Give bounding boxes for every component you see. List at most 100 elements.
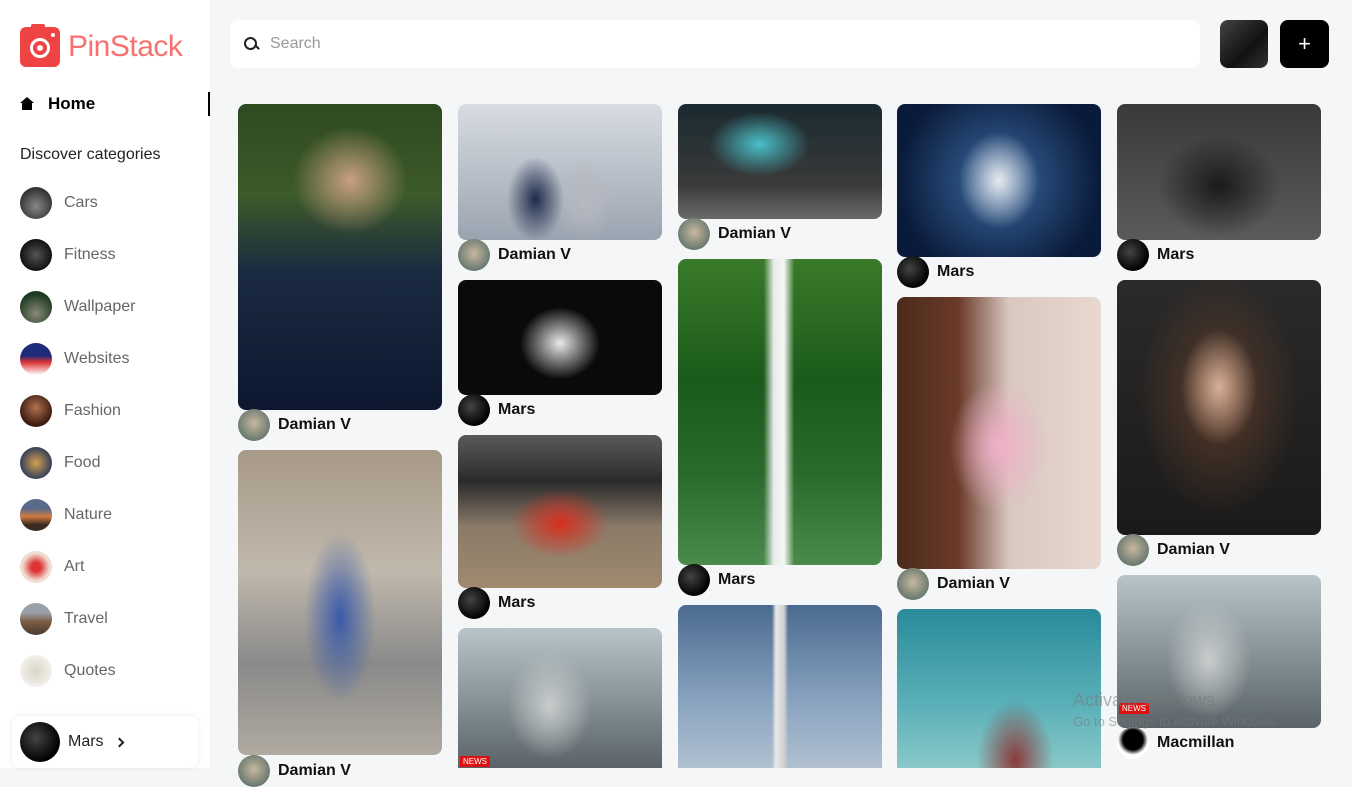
pin-image[interactable] xyxy=(897,104,1101,257)
pin-card[interactable] xyxy=(897,104,1101,257)
profile-button[interactable] xyxy=(1220,20,1268,68)
add-pin-button[interactable]: + xyxy=(1280,20,1329,68)
home-icon xyxy=(20,97,34,111)
pin-image[interactable] xyxy=(238,104,442,410)
pin-image[interactable] xyxy=(238,450,442,755)
pin-author[interactable]: Damian V xyxy=(897,568,1010,600)
pin-author-name: Mars xyxy=(937,263,975,280)
discover-heading: Discover categories xyxy=(20,146,161,163)
category-label: Food xyxy=(64,454,101,471)
category-websites[interactable]: Websites xyxy=(20,343,130,375)
windows-activation-hint: Go to Settings to activate Windows. xyxy=(1073,714,1279,729)
pin-card[interactable] xyxy=(458,104,662,240)
pin-image[interactable] xyxy=(1117,280,1321,535)
category-label: Wallpaper xyxy=(64,298,136,315)
app-name: PinStack xyxy=(68,30,183,63)
pin-author[interactable]: Mars xyxy=(897,256,974,288)
pin-image[interactable] xyxy=(678,605,882,768)
pin-author[interactable]: Macmillan xyxy=(1117,727,1234,759)
pin-card[interactable] xyxy=(1117,280,1321,535)
pin-author-name: Damian V xyxy=(278,416,351,433)
sidebar: PinStack Home Discover categories Cars F… xyxy=(0,0,210,768)
pin-author-name: Mars xyxy=(718,571,756,588)
avatar xyxy=(458,394,490,426)
category-thumbnail xyxy=(20,603,52,635)
pin-author-name: Damian V xyxy=(718,225,791,242)
category-label: Websites xyxy=(64,350,130,367)
pin-card[interactable] xyxy=(678,104,882,219)
pin-author-name: Mars xyxy=(498,594,536,611)
pin-image[interactable] xyxy=(458,628,662,768)
current-user-name: Mars xyxy=(68,733,104,750)
pin-image[interactable] xyxy=(678,104,882,219)
pin-author[interactable]: Mars xyxy=(1117,239,1194,271)
category-label: Fashion xyxy=(64,402,121,419)
pin-card[interactable] xyxy=(897,609,1101,768)
category-thumbnail xyxy=(20,187,52,219)
category-thumbnail xyxy=(20,655,52,687)
pin-card[interactable] xyxy=(238,104,442,410)
avatar xyxy=(458,587,490,619)
avatar xyxy=(458,239,490,271)
pin-card[interactable] xyxy=(458,435,662,588)
category-fitness[interactable]: Fitness xyxy=(20,239,116,271)
pin-image[interactable] xyxy=(678,259,882,565)
pin-author[interactable]: Damian V xyxy=(458,239,571,271)
category-food[interactable]: Food xyxy=(20,447,100,479)
chevron-right-icon xyxy=(114,737,125,747)
search-input[interactable] xyxy=(270,35,1170,53)
pin-author[interactable]: Mars xyxy=(458,394,535,426)
avatar xyxy=(238,755,270,787)
pin-image[interactable] xyxy=(458,104,662,240)
pin-author[interactable]: Mars xyxy=(458,587,535,619)
pin-author[interactable]: Mars xyxy=(678,564,755,596)
search-icon xyxy=(244,37,258,51)
pin-image[interactable] xyxy=(1117,104,1321,240)
pin-card[interactable] xyxy=(897,297,1101,569)
category-thumbnail xyxy=(20,395,52,427)
pin-card[interactable] xyxy=(238,450,442,755)
pin-author[interactable]: Damian V xyxy=(238,755,351,787)
category-label: Art xyxy=(64,558,85,575)
pin-card[interactable] xyxy=(1117,104,1321,240)
avatar xyxy=(20,722,60,762)
pin-image[interactable] xyxy=(458,280,662,395)
nav-home[interactable]: Home xyxy=(20,92,210,116)
category-quotes[interactable]: Quotes xyxy=(20,655,116,687)
category-nature[interactable]: Nature xyxy=(20,499,112,531)
pin-author-name: Damian V xyxy=(937,575,1010,592)
avatar xyxy=(1117,239,1149,271)
windows-activation-watermark: Activate Windows xyxy=(1073,690,1216,710)
category-label: Fitness xyxy=(64,246,116,263)
current-user-card[interactable]: Mars xyxy=(12,716,198,768)
category-wallpaper[interactable]: Wallpaper xyxy=(20,291,135,323)
pin-author-name: Damian V xyxy=(1157,541,1230,558)
pin-card[interactable] xyxy=(678,259,882,565)
category-thumbnail xyxy=(20,239,52,271)
category-fashion[interactable]: Fashion xyxy=(20,395,121,427)
pin-author[interactable]: Damian V xyxy=(238,409,351,441)
category-art[interactable]: Art xyxy=(20,551,84,583)
search-bar[interactable] xyxy=(230,20,1200,68)
category-thumbnail xyxy=(20,343,52,375)
logo[interactable]: PinStack xyxy=(20,24,183,67)
avatar xyxy=(1117,727,1149,759)
pin-card[interactable]: NEWS xyxy=(458,628,662,768)
pin-image[interactable] xyxy=(897,297,1101,569)
pin-card[interactable] xyxy=(678,605,882,768)
category-label: Cars xyxy=(64,194,98,211)
pin-card[interactable] xyxy=(458,280,662,395)
category-label: Quotes xyxy=(64,662,116,679)
pin-image[interactable] xyxy=(897,609,1101,768)
category-thumbnail xyxy=(20,499,52,531)
category-thumbnail xyxy=(20,447,52,479)
pin-author[interactable]: Damian V xyxy=(678,218,791,250)
pin-author[interactable]: Damian V xyxy=(1117,534,1230,566)
category-cars[interactable]: Cars xyxy=(20,187,98,219)
category-thumbnail xyxy=(20,551,52,583)
pin-author-name: Mars xyxy=(1157,246,1195,263)
category-travel[interactable]: Travel xyxy=(20,603,108,635)
avatar xyxy=(678,218,710,250)
category-label: Nature xyxy=(64,506,113,523)
pin-image[interactable] xyxy=(458,435,662,588)
